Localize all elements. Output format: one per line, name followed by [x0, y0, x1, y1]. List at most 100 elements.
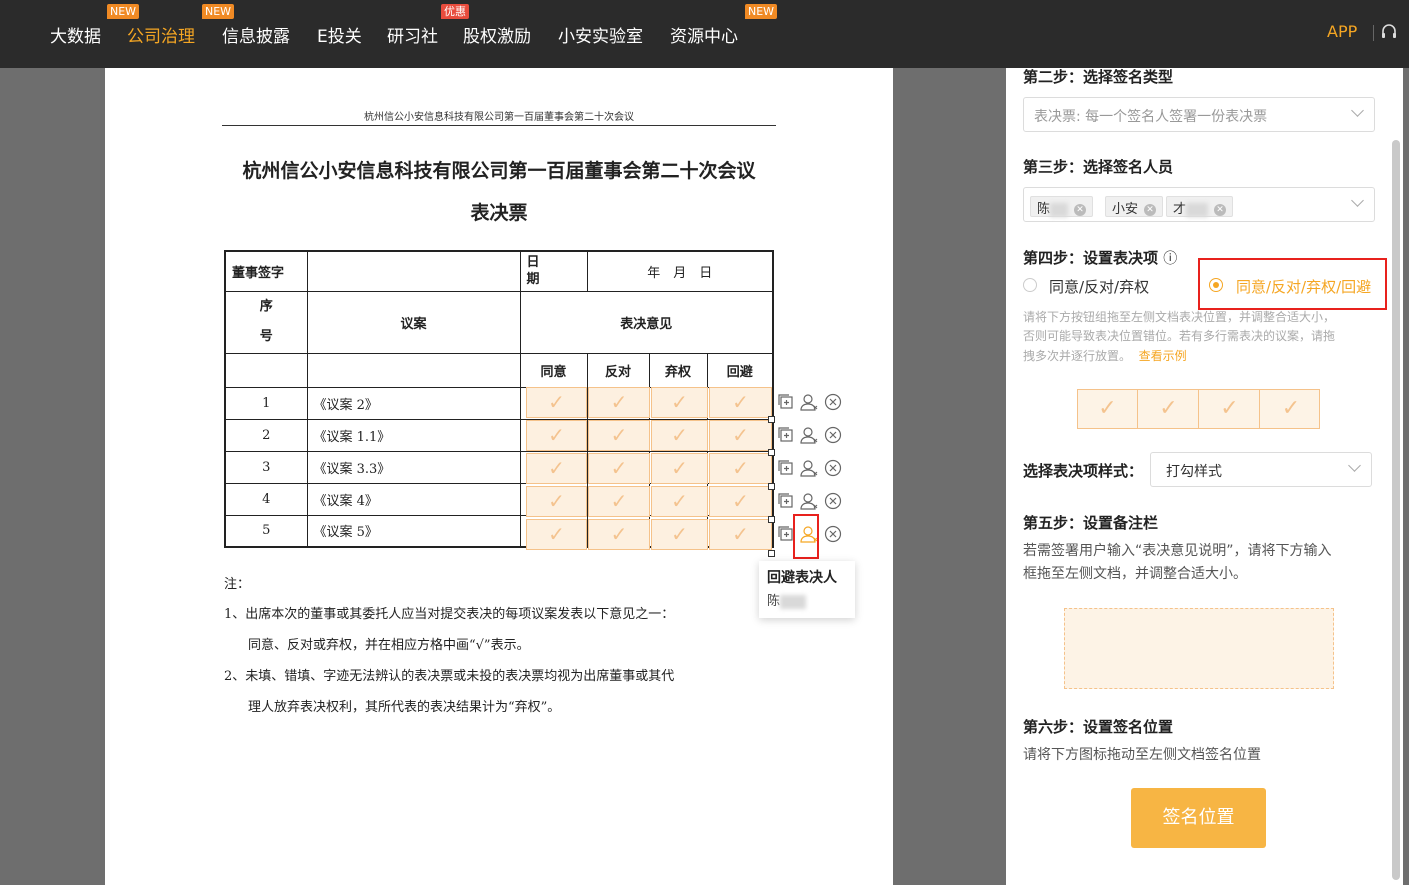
redacted-name: [1050, 202, 1069, 217]
vote-check-cell[interactable]: ✓: [651, 420, 708, 451]
recuse-person-icon[interactable]: [800, 426, 818, 444]
resize-handle[interactable]: [768, 550, 775, 557]
close-icon[interactable]: ✕: [1144, 204, 1157, 216]
vote-check-cell[interactable]: ✓: [651, 387, 708, 418]
header-divider: [222, 125, 776, 126]
nav-item-resource-center[interactable]: 资源中心 NEW: [670, 4, 778, 47]
vote-check-cell[interactable]: ✓: [526, 453, 587, 484]
vote-button-group-draggable[interactable]: ✓ ✓ ✓ ✓: [1077, 389, 1320, 429]
date-label: 日 期: [519, 250, 588, 292]
view-example-link[interactable]: 查看示例: [1139, 349, 1187, 363]
check-mark: ✓: [1281, 396, 1301, 421]
signature-position-button[interactable]: 签名位置: [1131, 788, 1266, 848]
resize-handle[interactable]: [768, 416, 775, 423]
notes-line: 2、未填、错填、字迹无法辨认的表决票或未投的表决票均视为出席董事或其代: [224, 669, 675, 684]
nav-label: 资源中心: [670, 27, 738, 47]
vote-check-cell[interactable]: ✓: [709, 387, 772, 418]
panel-scrollbar[interactable]: [1392, 140, 1400, 880]
vote-check-cell[interactable]: ✓: [588, 420, 650, 451]
signer-tag[interactable]: 才 ✕: [1166, 196, 1234, 217]
signer-tag[interactable]: 小安 ✕: [1105, 196, 1164, 217]
recuse-person-icon[interactable]: [800, 393, 818, 411]
notes-line: 理人放弃表决权利，其所代表的表决结果计为“弃权”。: [248, 700, 561, 715]
close-icon[interactable]: ✕: [1074, 204, 1087, 216]
option-three-label[interactable]: 同意/反对/弃权: [1049, 276, 1149, 297]
nav-item-lab[interactable]: 小安实验室: [558, 22, 643, 47]
vote-check-cell[interactable]: ✓: [651, 519, 708, 550]
copy-add-icon[interactable]: [776, 525, 794, 543]
nav-item-equity-incentive[interactable]: 股权激励: [463, 22, 531, 47]
nav-item-big-data[interactable]: 大数据 NEW: [50, 4, 140, 47]
vote-check-cell[interactable]: ✓: [588, 387, 650, 418]
vote-check-cell[interactable]: ✓: [588, 453, 650, 484]
document-title: 杭州信公小安信息科技有限公司第一百届董事会第二十次会议: [242, 160, 756, 182]
tooltip-name-text: 陈: [767, 594, 781, 609]
delete-icon[interactable]: [824, 525, 842, 543]
nav-item-e-ir[interactable]: E投关: [317, 22, 362, 47]
nav-item-academy[interactable]: 研习社 优惠: [387, 4, 469, 47]
vote-check-cell[interactable]: ✓: [709, 420, 772, 451]
signer-tag[interactable]: 陈 ✕: [1030, 196, 1094, 217]
vote-check-cell[interactable]: ✓: [526, 420, 587, 451]
signer-tag-label: 才: [1173, 202, 1187, 217]
step4-hint: 拽多次并逐行放置。 查看示例: [1023, 346, 1187, 367]
recuse-person-icon[interactable]: [800, 459, 818, 477]
vote-check-cell[interactable]: ✓: [526, 387, 587, 418]
vote-style-select[interactable]: 打勾样式: [1150, 452, 1372, 487]
date-value: 年 月 日: [586, 250, 774, 292]
resize-handle[interactable]: [768, 483, 775, 490]
delete-icon[interactable]: [824, 426, 842, 444]
redacted-name: [1186, 202, 1209, 217]
nav-label: E投关: [317, 27, 362, 47]
chevron-down-icon: [1351, 104, 1364, 117]
nav-label: 小安实验室: [558, 27, 643, 47]
tooltip-name: 陈: [767, 590, 847, 609]
seq-label-line: 序: [259, 299, 273, 314]
step5-desc: 若需签署用户输入“表决意见说明”，请将下方输入: [1023, 543, 1332, 559]
nav-item-corporate-governance[interactable]: 公司治理 NEW: [127, 4, 235, 47]
vote-check-cell[interactable]: ✓: [709, 453, 772, 484]
vote-check-cell[interactable]: ✓: [709, 486, 772, 517]
vote-check-cell[interactable]: ✓: [526, 486, 587, 517]
row-number: 4: [224, 482, 308, 516]
chevron-down-icon: [1351, 194, 1364, 207]
vote-check-cell[interactable]: ✓: [588, 486, 650, 517]
date-label-line: 期: [526, 272, 540, 288]
row-tools: [776, 490, 842, 512]
vote-check-cell[interactable]: ✓: [651, 453, 708, 484]
resize-handle[interactable]: [768, 449, 775, 456]
headset-icon[interactable]: [1380, 23, 1398, 41]
signature-type-select[interactable]: 表决票: 每一个签名人签署一份表决票: [1023, 97, 1375, 132]
delete-icon[interactable]: [824, 492, 842, 510]
copy-add-icon[interactable]: [776, 459, 794, 477]
nav-label: 股权激励: [463, 27, 531, 47]
option-four-radio[interactable]: [1209, 278, 1223, 292]
copy-add-icon[interactable]: [776, 426, 794, 444]
vote-style-label: 选择表决项样式：: [1023, 462, 1144, 480]
recuse-person-icon[interactable]: [800, 492, 818, 510]
date-label-line: 日: [526, 255, 540, 271]
nav-item-disclosure[interactable]: 信息披露: [222, 22, 290, 47]
app-link[interactable]: APP: [1327, 22, 1357, 41]
copy-add-icon[interactable]: [776, 492, 794, 510]
motion-header: 议案: [306, 290, 521, 354]
resize-handle[interactable]: [768, 516, 775, 523]
nav-label: 信息披露: [222, 27, 290, 47]
option-three-radio[interactable]: [1023, 278, 1037, 292]
notes-line: 同意、反对或弃权，并在相应方格中画“√”表示。: [248, 638, 530, 653]
vote-check-cell[interactable]: ✓: [526, 519, 587, 550]
step4-title: 第四步：设置表决项 ⓘ: [1023, 247, 1177, 268]
copy-add-icon[interactable]: [776, 393, 794, 411]
info-icon[interactable]: ⓘ: [1163, 251, 1177, 267]
vote-check-cell[interactable]: ✓: [709, 519, 772, 550]
new-badge: NEW: [202, 4, 235, 19]
signer-select[interactable]: 陈 ✕ 小安 ✕ 才 ✕: [1023, 187, 1375, 222]
vote-check-cell[interactable]: ✓: [588, 519, 650, 550]
delete-icon[interactable]: [824, 459, 842, 477]
close-icon[interactable]: ✕: [1214, 204, 1227, 216]
step6-desc: 请将下方图标拖动至左侧文档签名位置: [1023, 747, 1261, 763]
delete-icon[interactable]: [824, 393, 842, 411]
option-four-label[interactable]: 同意/反对/弃权/回避: [1236, 276, 1371, 297]
remark-input-draggable[interactable]: [1064, 608, 1334, 689]
vote-check-cell[interactable]: ✓: [651, 486, 708, 517]
